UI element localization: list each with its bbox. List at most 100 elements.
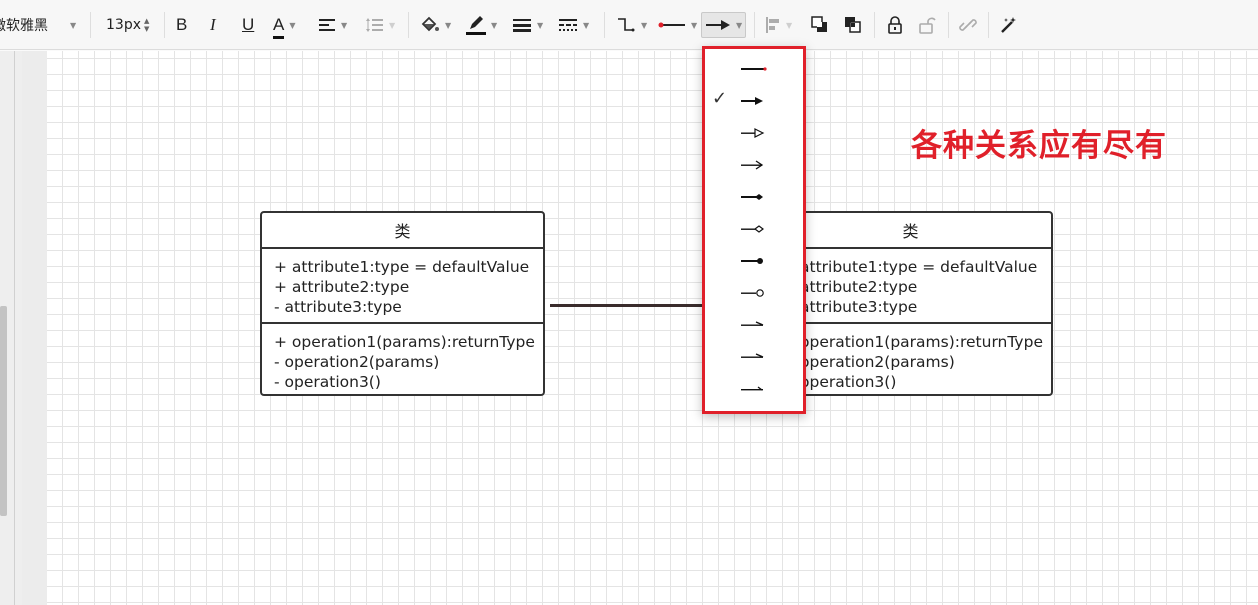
fill-color-button[interactable]: ▼ [420,0,451,50]
divider [90,12,91,38]
end-arrow-button[interactable]: ▼ [701,0,747,50]
attribute-row: attribute2:type [800,278,918,296]
line-spacing-icon [366,18,383,32]
font-color-icon: A [273,15,285,39]
chevron-down-icon: ▼ [70,20,77,30]
arrow-none-icon [741,67,767,71]
connector-type-button[interactable]: ▼ [616,0,647,50]
arrow-option-half-lower[interactable] [705,341,803,373]
arrow-option-diamond-filled[interactable] [705,181,803,213]
divider [754,12,755,38]
class-attributes: attribute1:type = defaultValue attribute… [770,249,1051,324]
attribute-row: - attribute3:type [274,298,402,316]
chevron-down-icon: ▼ [341,20,348,30]
association-connector[interactable] [550,304,702,307]
operation-row: operation2(params) [800,353,955,371]
font-size-value: 13px [106,17,141,33]
line-style-button[interactable]: ▼ [558,0,589,50]
divider [988,12,989,38]
chevron-down-icon: ▼ [641,20,648,30]
operation-row: operation3() [800,373,897,391]
arrow-dash-icon [741,386,763,391]
end-arrow-dropdown: ✓ [702,46,806,414]
class-title: 类 [262,213,543,249]
arrow-option-classic[interactable]: ✓ [705,85,803,117]
arrange-align-button[interactable]: ▼ [765,0,792,50]
line-width-button[interactable]: ▼ [512,0,543,50]
chevron-down-icon: ▼ [445,20,452,30]
chevron-down-icon: ▼ [583,20,590,30]
send-to-back-button[interactable] [844,0,862,50]
pen-icon [466,15,486,35]
arrow-option-none[interactable] [705,53,803,85]
unlock-icon [919,17,936,34]
link-icon [959,19,977,31]
chevron-down-icon: ▼ [786,20,793,30]
bold-button[interactable]: B [176,0,187,50]
send-to-back-icon [845,17,861,33]
italic-button[interactable]: I [210,0,216,50]
attribute-row: attribute1:type = defaultValue [800,258,1038,276]
divider [14,51,15,605]
bold-icon: B [176,15,188,34]
attribute-row: attribute3:type [800,298,918,316]
uml-class-left[interactable]: 类 + attribute1:type = defaultValue + att… [260,211,545,396]
end-arrow-icon [706,20,730,30]
divider [408,12,409,38]
elbow-connector-icon [618,18,635,32]
class-operations: operation1(params):returnType operation2… [770,324,1051,392]
checkmark-icon: ✓ [712,88,728,109]
line-spacing-button[interactable]: ▼ [366,0,395,50]
bring-to-front-button[interactable] [811,0,829,50]
divider [948,12,949,38]
start-arrow-icon [658,22,685,28]
operation-row: - operation3() [274,373,381,391]
arrow-classic-icon [741,97,763,105]
stepper-arrows-icon[interactable]: ▲ ▼ [144,17,149,33]
arrow-option-open[interactable] [705,149,803,181]
chevron-down-icon: ▼ [389,20,396,30]
operation-row: + operation1(params):returnType [274,333,535,351]
class-operations: + operation1(params):returnType - operat… [262,324,543,392]
start-arrow-button[interactable]: ▼ [658,0,697,50]
arrow-open-icon [741,160,764,170]
font-size-stepper[interactable]: 13px ▲ ▼ [106,0,149,50]
operation-row: - operation2(params) [274,353,440,371]
arrow-option-oval-filled[interactable] [705,245,803,277]
arrow-diamond-filled-icon [741,194,763,200]
chevron-down-icon: ▼ [691,20,698,30]
arrow-diamond-open-icon [741,225,764,233]
divider [874,12,875,38]
lock-icon [888,16,902,34]
magic-wand-icon [1001,17,1016,33]
font-family-select[interactable]: 微软雅黑 ▼ [0,0,76,50]
arrow-option-open-triangle[interactable] [705,117,803,149]
lock-button[interactable] [887,0,903,50]
arrow-option-oval-open[interactable] [705,277,803,309]
arrow-option-dash[interactable] [705,373,803,405]
font-color-button[interactable]: A ▼ [273,0,296,50]
underline-icon: U [242,15,255,34]
line-width-icon [513,19,531,32]
uml-class-right[interactable]: 类 attribute1:type = defaultValue attribu… [768,211,1053,396]
align-objects-icon [766,17,779,33]
divider [164,12,165,38]
arrow-oval-filled-icon [741,258,763,264]
arrow-option-half-upper[interactable] [705,309,803,341]
chevron-down-icon: ▼ [736,20,743,30]
class-attributes: + attribute1:type = defaultValue + attri… [262,249,543,324]
left-panel-edge [0,51,22,605]
vertical-scrollbar[interactable] [0,306,7,516]
format-painter-button[interactable] [1000,0,1018,50]
operation-row: operation1(params):returnType [800,333,1043,351]
line-color-button[interactable]: ▼ [466,0,497,50]
align-button[interactable]: ▼ [318,0,347,50]
link-button[interactable] [959,0,977,50]
attribute-row: + attribute1:type = defaultValue [274,258,530,276]
arrow-half-lower-icon [741,353,764,358]
underline-button[interactable]: U [242,0,254,50]
unlock-button[interactable] [918,0,936,50]
align-left-icon [319,19,335,31]
attribute-row: + attribute2:type [274,278,410,296]
arrow-option-diamond-open[interactable] [705,213,803,245]
